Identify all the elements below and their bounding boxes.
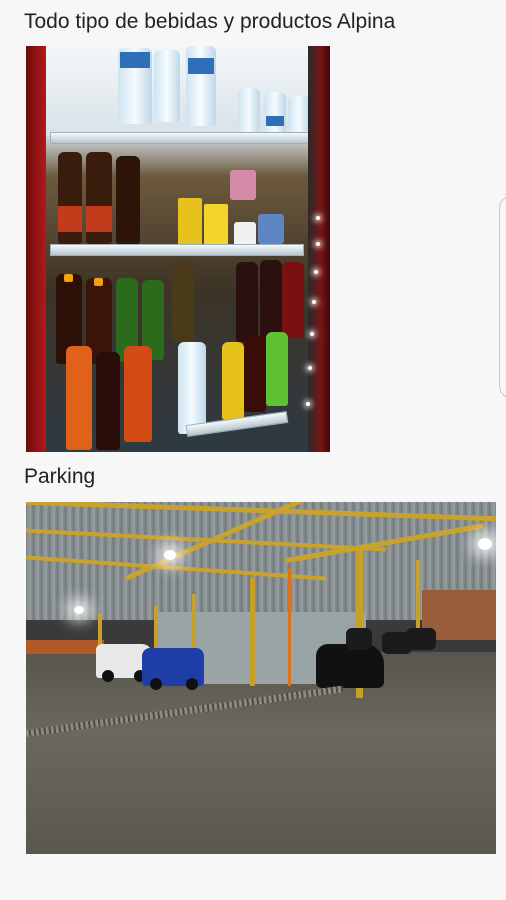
soda-bottle xyxy=(172,262,194,342)
soda-bottle xyxy=(116,156,140,244)
motorcycle xyxy=(406,628,436,650)
section-caption: Parking xyxy=(24,465,96,488)
fridge-led xyxy=(316,216,320,220)
soda-bottle xyxy=(260,260,282,340)
orange-soda xyxy=(66,346,92,450)
support-post xyxy=(250,578,255,686)
yogurt-cup xyxy=(230,170,256,200)
yellow-soda xyxy=(222,342,244,420)
water-bottle xyxy=(178,342,206,434)
side-wall xyxy=(26,640,104,654)
cola-bottle xyxy=(244,336,266,412)
fridge-led xyxy=(316,242,320,246)
fridge-shelf xyxy=(50,244,304,256)
ceiling-lamp xyxy=(478,538,492,550)
car-wheel xyxy=(102,670,114,682)
orange-pipe xyxy=(288,568,291,686)
cola-bottle xyxy=(96,352,120,450)
water-bottle xyxy=(154,50,180,122)
yogurt-cup xyxy=(204,204,228,246)
bottle-cap xyxy=(94,278,103,286)
bottle-label xyxy=(188,58,214,74)
support-post xyxy=(416,560,420,632)
fridge-led xyxy=(310,332,314,336)
soda-bottle xyxy=(282,262,304,338)
yogurt-cup xyxy=(258,214,284,244)
ceiling-lamp xyxy=(164,550,176,560)
bottle-label xyxy=(120,52,150,68)
fridge-shelf xyxy=(50,132,318,144)
section-caption: Todo tipo de bebidas y productos Alpina xyxy=(24,10,396,33)
water-bottle xyxy=(264,92,286,134)
bottle-label xyxy=(266,116,284,126)
car-wheel xyxy=(186,678,198,690)
bottle-label xyxy=(58,206,82,232)
support-post xyxy=(154,606,158,648)
bottle-label xyxy=(86,206,112,232)
fridge-led xyxy=(306,402,310,406)
yogurt-cup xyxy=(234,222,256,246)
car-wheel xyxy=(150,678,162,690)
drinks-fridge-photo[interactable] xyxy=(26,46,330,452)
juice-box xyxy=(178,198,202,246)
green-soda xyxy=(266,332,288,406)
water-bottle xyxy=(288,96,310,136)
ceiling-lamp xyxy=(74,606,84,614)
fridge-led xyxy=(312,300,316,304)
water-bottle xyxy=(238,88,260,132)
fridge-led xyxy=(308,366,312,370)
parking-photo[interactable] xyxy=(26,502,496,854)
covered-motorcycle xyxy=(316,644,384,688)
fridge-led xyxy=(314,270,318,274)
fridge-frame xyxy=(308,46,330,452)
soda-bottle xyxy=(236,262,258,342)
motorcycle xyxy=(346,628,372,650)
orange-soda xyxy=(124,346,152,442)
edge-panel-handle-icon[interactable] xyxy=(499,196,506,398)
bottle-cap xyxy=(64,274,73,282)
fridge-frame xyxy=(26,46,46,452)
